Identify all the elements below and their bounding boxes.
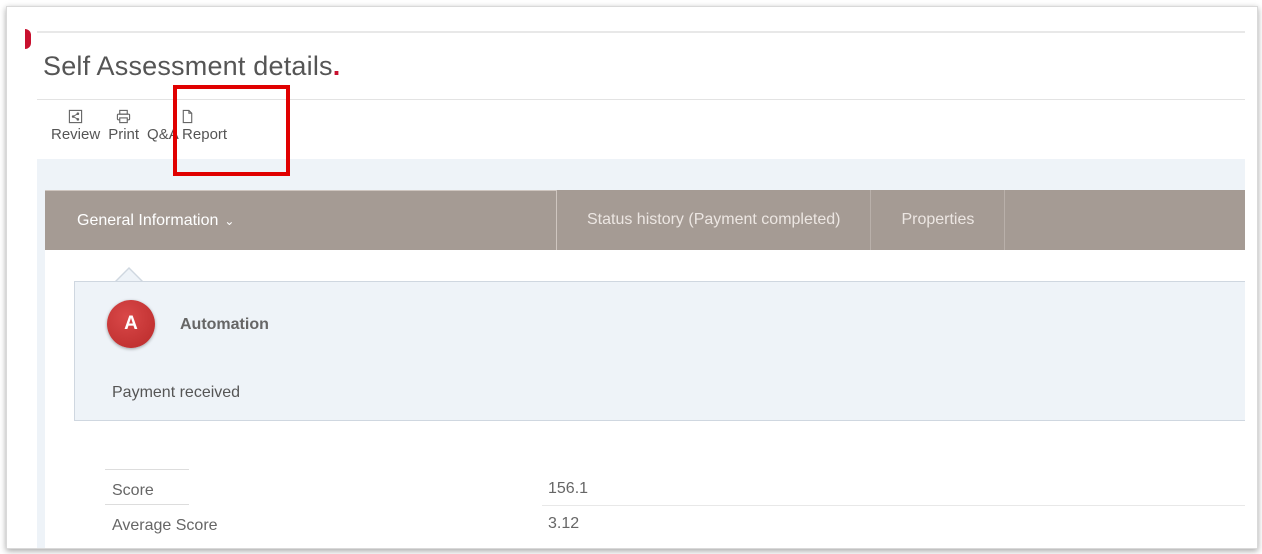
comment-card: A Automation Payment received (74, 281, 1245, 421)
share-icon (68, 109, 83, 124)
page-title-text: Self Assessment details (43, 51, 333, 81)
print-label: Print (108, 126, 140, 143)
score-value: 156.1 (548, 480, 589, 497)
average-score-label: Average Score (112, 517, 218, 534)
details-list: Score 156.1 Average Score 3.12 (105, 469, 1245, 539)
tab-general-information-label: General Information (77, 211, 219, 229)
detail-row-score: Score 156.1 (105, 469, 1245, 506)
score-label: Score (112, 482, 154, 499)
average-score-value: 3.12 (548, 515, 580, 532)
printer-icon (116, 109, 131, 124)
review-button[interactable]: Review (47, 105, 104, 163)
page-title: Self Assessment details. (43, 51, 340, 82)
tab-properties-label: Properties (901, 211, 975, 228)
comment-text: Payment received (112, 384, 241, 401)
avatar: A (107, 300, 155, 348)
tab-bar: General Information ⌄ Status history (Pa… (45, 190, 1245, 250)
print-button[interactable]: Print (104, 105, 143, 163)
app-window: Self Assessment details. Review Print Q&… (6, 6, 1258, 549)
review-label: Review (51, 126, 101, 143)
detail-row-average-score: Average Score 3.12 (105, 504, 1245, 539)
tab-status-history[interactable]: Status history (Payment completed) (557, 190, 872, 250)
comment-pointer-fill (117, 269, 141, 281)
header-divider (37, 31, 1245, 33)
chevron-down-icon: ⌄ (224, 213, 235, 228)
tab-general-information[interactable]: General Information ⌄ (45, 190, 557, 250)
tab-properties[interactable]: Properties (871, 190, 1006, 250)
brand-marker (25, 29, 31, 49)
tab-status-history-label: Status history (Payment completed) (587, 211, 841, 228)
comment-author: Automation (180, 316, 269, 333)
row-divider (105, 469, 189, 470)
page-title-dot: . (332, 51, 341, 81)
annotation-highlight-box (173, 85, 290, 176)
row-divider (105, 504, 189, 505)
